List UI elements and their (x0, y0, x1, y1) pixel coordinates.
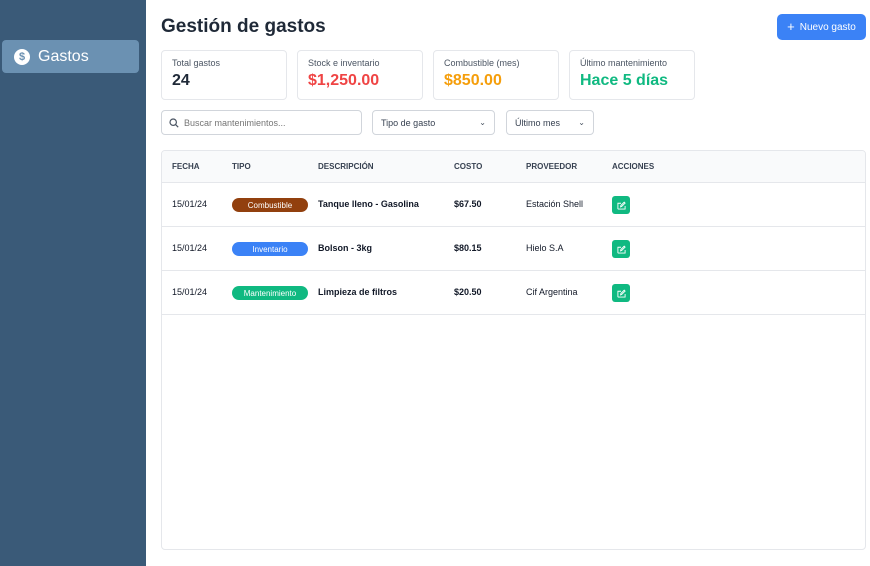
period-select-label: Último mes (515, 117, 561, 128)
edit-icon (616, 289, 626, 298)
card-value: $850.00 (444, 72, 502, 89)
cell-costo: $80.15 (454, 243, 482, 253)
filters-bar: Tipo de gasto ⌄ Último mes ⌄ (161, 110, 594, 135)
card-stock-inventario: Stock e inventario $1,250.00 (297, 50, 423, 100)
dollar-icon: $ (14, 48, 30, 65)
cell-fecha: 15/01/24 (172, 287, 208, 297)
expense-type-select-label: Tipo de gasto (381, 117, 436, 128)
sidebar: $ Gastos (0, 0, 146, 566)
card-label: Total gastos (172, 58, 221, 68)
edit-button[interactable] (612, 284, 630, 302)
card-value: 24 (172, 72, 190, 89)
edit-button[interactable] (612, 240, 630, 258)
card-label: Stock e inventario (308, 58, 380, 68)
card-combustible: Combustible (mes) $850.00 (433, 50, 559, 100)
period-select[interactable]: Último mes ⌄ (506, 110, 594, 135)
card-value: Hace 5 días (580, 72, 669, 89)
search-icon (169, 117, 179, 128)
card-label: Combustible (mes) (444, 58, 520, 68)
table-row: 15/01/24 Inventario Bolson - 3kg $80.15 … (162, 227, 865, 271)
search-input[interactable] (184, 117, 354, 128)
column-header-proveedor: PROVEEDOR (526, 162, 578, 171)
cell-fecha: 15/01/24 (172, 243, 208, 253)
cell-costo: $20.50 (454, 287, 482, 297)
sidebar-item-gastos[interactable]: $ Gastos (2, 40, 139, 73)
table-header: FECHA TIPO DESCRIPCIÓN COSTO PROVEEDOR A… (162, 151, 865, 183)
page-title: Gestión de gastos (161, 16, 326, 37)
search-box (161, 110, 362, 135)
table-row: 15/01/24 Combustible Tanque lleno - Gaso… (162, 183, 865, 227)
cell-proveedor: Cif Argentina (526, 287, 578, 297)
column-header-fecha: FECHA (172, 162, 200, 171)
cell-fecha: 15/01/24 (172, 199, 208, 209)
card-label: Último mantenimiento (580, 58, 668, 68)
cell-descripcion: Bolson - 3kg (318, 243, 373, 253)
cell-descripcion: Tanque lleno - Gasolina (318, 199, 419, 209)
main-content: Gestión de gastos + Nuevo gasto Total ga… (161, 0, 866, 566)
edit-button[interactable] (612, 196, 630, 214)
cell-proveedor: Estación Shell (526, 199, 584, 209)
column-header-acciones: ACCIONES (612, 162, 655, 171)
cell-proveedor: Hielo S.A (526, 243, 564, 253)
chevron-down-icon: ⌄ (479, 118, 486, 127)
plus-icon: + (787, 19, 795, 34)
sidebar-item-label: Gastos (38, 47, 89, 65)
new-expense-button-label: Nuevo gasto (799, 21, 856, 33)
type-badge: Inventario (232, 242, 308, 256)
edit-icon (616, 201, 626, 210)
card-value: $1,250.00 (308, 72, 380, 89)
column-header-descripcion: DESCRIPCIÓN (318, 162, 374, 171)
type-badge: Mantenimiento (232, 286, 308, 300)
type-badge: Combustible (232, 198, 308, 212)
new-expense-button[interactable]: + Nuevo gasto (777, 14, 866, 40)
chevron-down-icon: ⌄ (578, 118, 585, 127)
edit-icon (616, 245, 626, 254)
expenses-table: FECHA TIPO DESCRIPCIÓN COSTO PROVEEDOR A… (161, 150, 866, 550)
table-row: 15/01/24 Mantenimiento Limpieza de filtr… (162, 271, 865, 315)
cell-costo: $67.50 (454, 199, 482, 209)
card-total-gastos: Total gastos 24 (161, 50, 287, 100)
cell-descripcion: Limpieza de filtros (318, 287, 398, 297)
column-header-costo: COSTO (454, 162, 483, 171)
card-ultimo-mantenimiento: Último mantenimiento Hace 5 días (569, 50, 695, 100)
column-header-tipo: TIPO (232, 162, 251, 171)
expense-type-select[interactable]: Tipo de gasto ⌄ (372, 110, 495, 135)
summary-cards: Total gastos 24 Stock e inventario $1,25… (161, 50, 695, 100)
